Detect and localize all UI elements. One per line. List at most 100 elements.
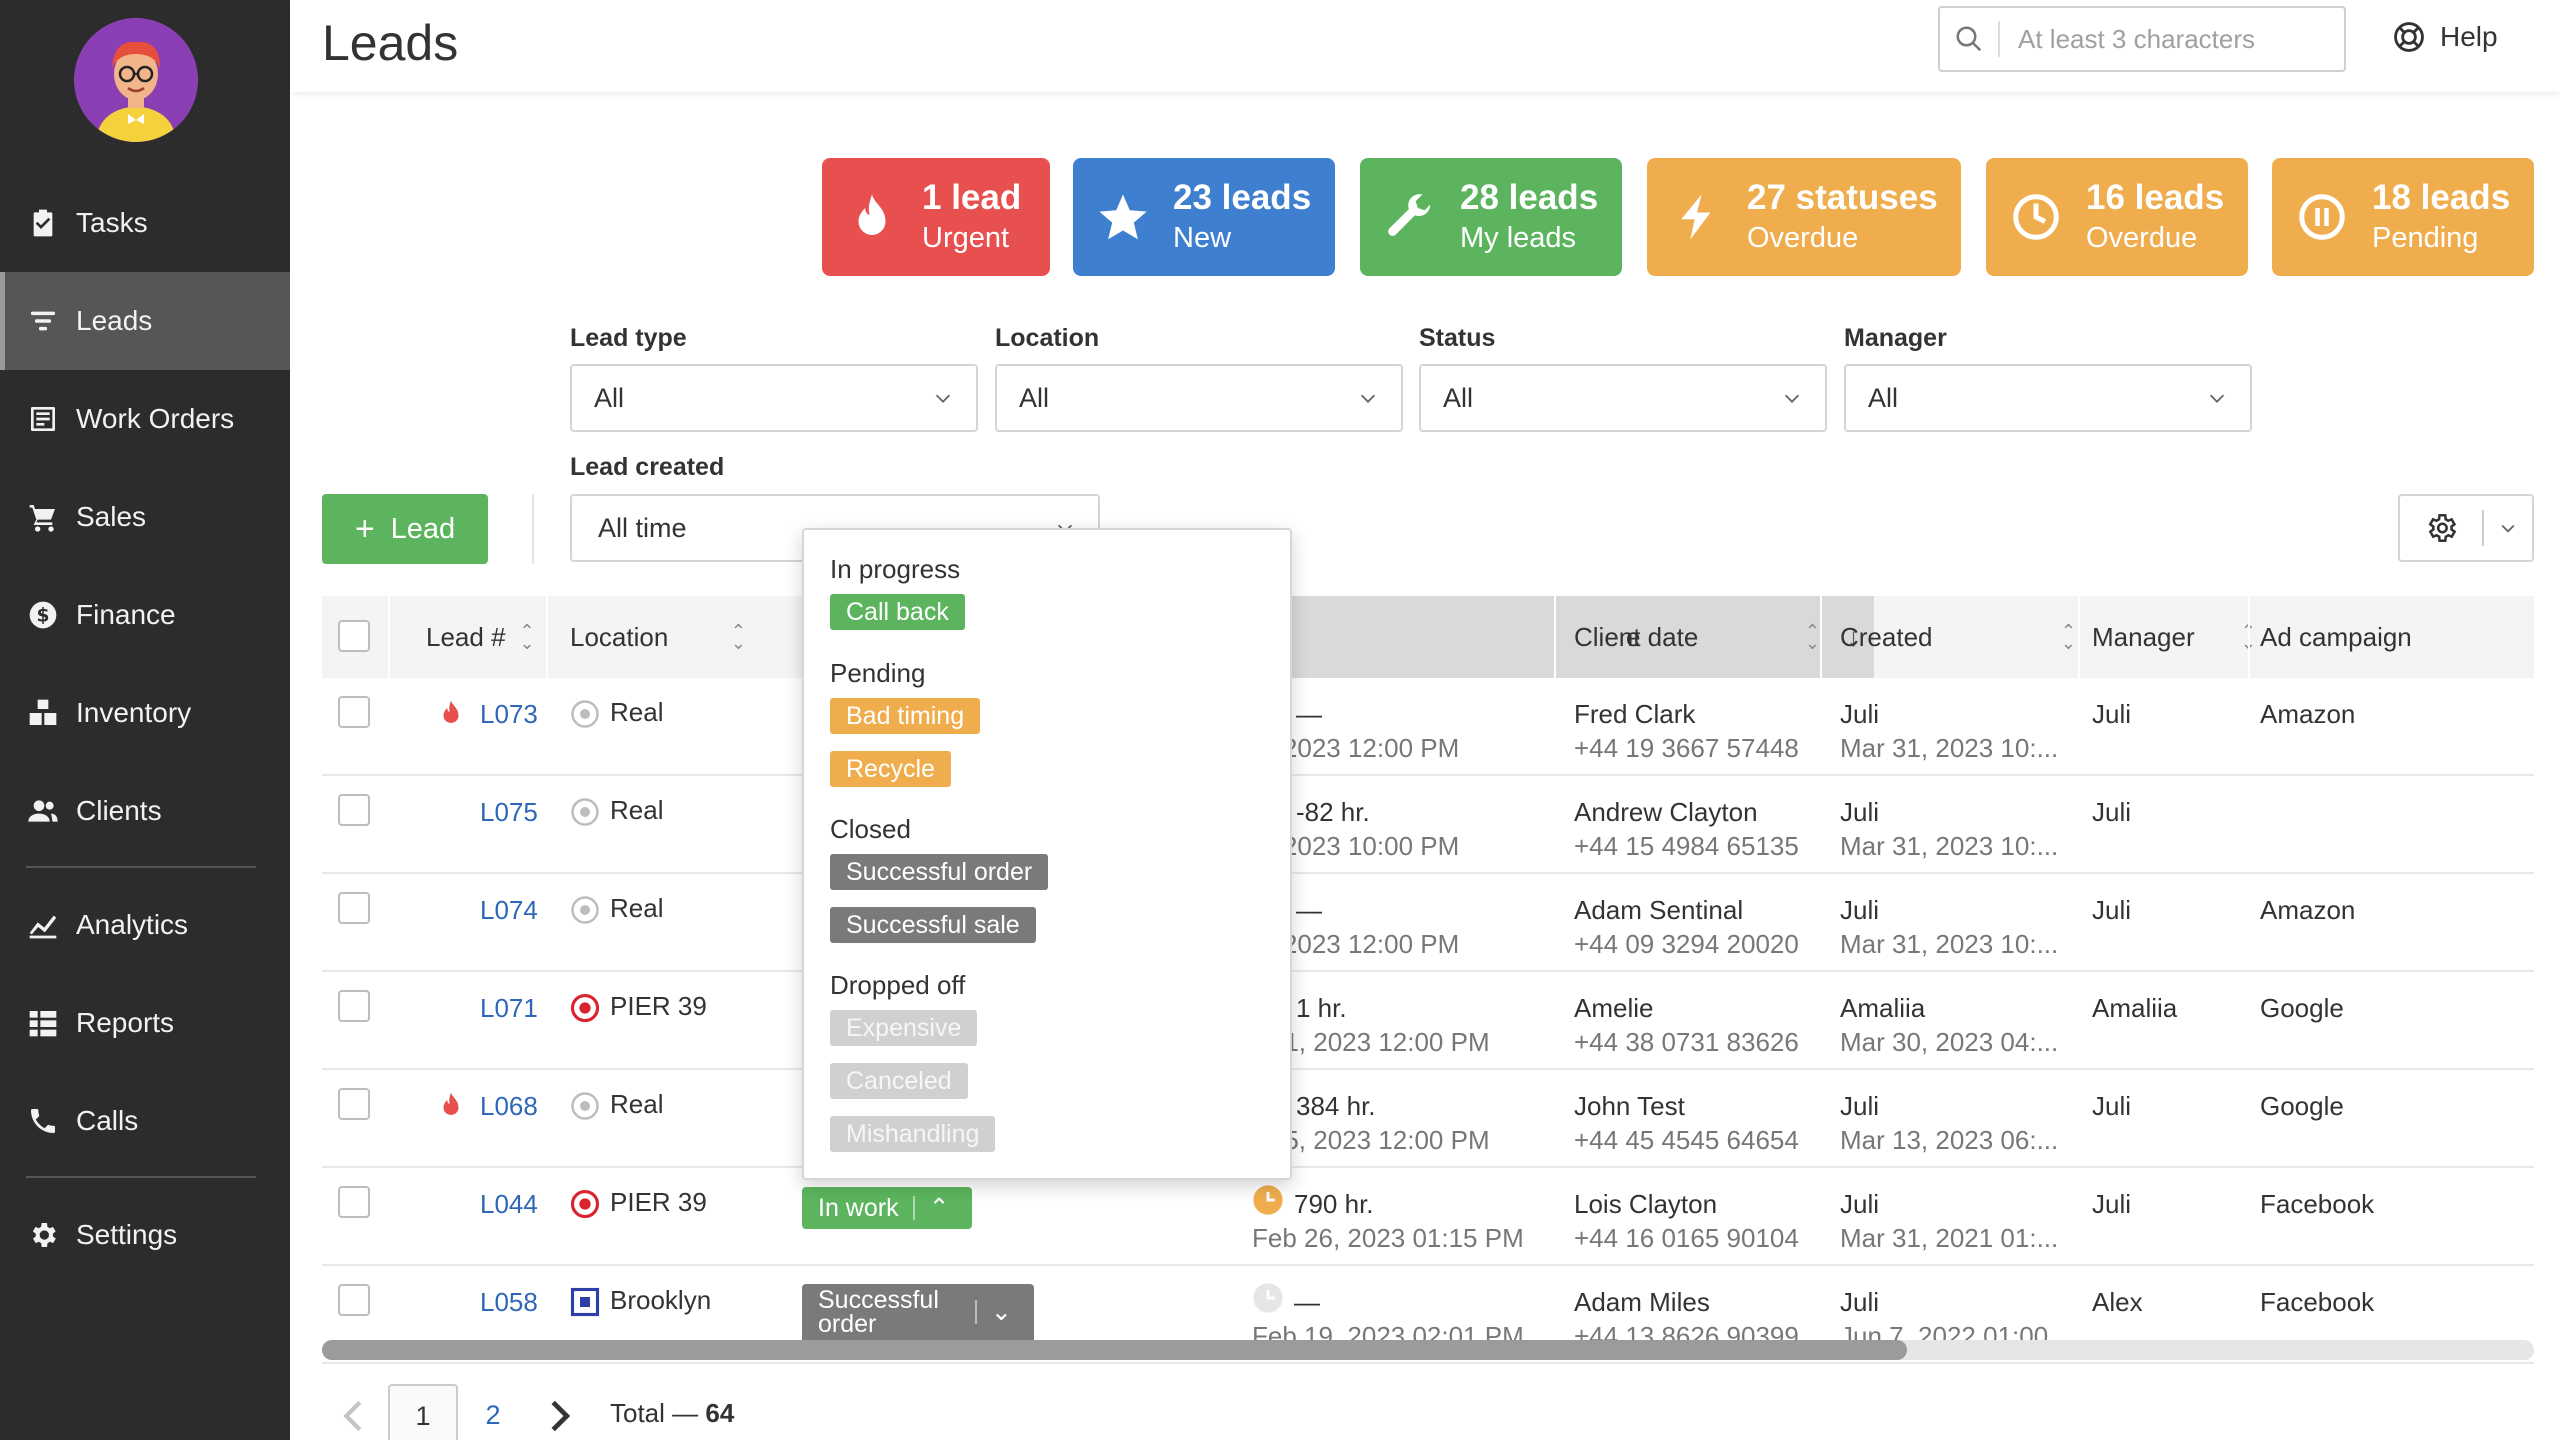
status-option-successful-order[interactable]: Successful order — [830, 854, 1049, 890]
sidebar-item-label: Leads — [76, 305, 153, 336]
next-page-button[interactable] — [545, 1396, 575, 1436]
column-ad-campaign[interactable]: Ad campaign — [2260, 596, 2412, 678]
help-button[interactable]: Help — [2392, 20, 2498, 54]
card-new[interactable]: 23 leads New — [1073, 158, 1335, 276]
status-option-expensive[interactable]: Expensive — [830, 1010, 978, 1046]
lead-number-link[interactable]: L075 — [480, 796, 538, 829]
column-lead-number[interactable]: Lead # ⌃ ⌄ — [426, 596, 535, 678]
sidebar-item-finance[interactable]: $ Finance — [0, 566, 290, 664]
sidebar-item-work-orders[interactable]: Work Orders — [0, 370, 290, 468]
table-row[interactable]: L073 Real —6, 2023 12:00 PM Fred Clark +44 1… — [322, 678, 2534, 776]
column-label: Manager — [2092, 621, 2195, 652]
client-cell: Amelie — [1574, 993, 1654, 1023]
row-checkbox[interactable] — [338, 1186, 370, 1218]
sort-icon: ⌃⌄ — [2060, 621, 2076, 653]
lead-number-link[interactable]: L073 — [480, 698, 538, 731]
status-label-line: order — [818, 1310, 877, 1338]
table-row[interactable]: L071 PIER 39 1 hr. r 31, 2023 12:00 PM Ameli… — [322, 972, 2534, 1070]
table-settings-button[interactable] — [2398, 494, 2534, 562]
location-square-icon — [570, 1288, 600, 1317]
table-row[interactable]: L075 Real -82 hr. 3, 2023 10:00 PM Andrew Cl… — [322, 776, 2534, 874]
search-box[interactable] — [1938, 6, 2346, 72]
table-row[interactable]: L074 Real —3, 2023 12:00 PM Adam Sentinal +4… — [322, 874, 2534, 972]
column-client[interactable]: Client ⌃ ⌄ — [1574, 596, 1820, 678]
location-cell: PIER 39 — [570, 1186, 707, 1219]
status-button-successful-order[interactable]: Successful order ⌄ — [802, 1284, 1034, 1340]
row-checkbox[interactable] — [338, 990, 370, 1022]
search-input[interactable] — [2000, 23, 2330, 55]
location-cell: Real — [570, 696, 663, 729]
row-checkbox[interactable] — [338, 1284, 370, 1316]
column-label: Client — [1574, 621, 1641, 652]
sidebar-item-tasks[interactable]: Tasks — [0, 174, 290, 272]
column-manager[interactable]: Manager ⌃⌄ — [2092, 596, 2256, 678]
lead-number-link[interactable]: L068 — [480, 1090, 538, 1123]
prev-page-button[interactable] — [338, 1396, 368, 1436]
row-checkbox[interactable] — [338, 794, 370, 826]
status-option-bad-timing[interactable]: Bad timing — [830, 698, 981, 734]
select-value: All — [1019, 382, 1050, 413]
add-lead-button[interactable]: + Lead — [322, 494, 488, 564]
page-title: Leads — [322, 15, 459, 71]
card-statuses-overdue[interactable]: 27 statuses Overdue — [1647, 158, 1961, 276]
chevron-down-icon: ⌄ — [990, 1298, 1012, 1326]
status-option-canceled[interactable]: Canceled — [830, 1063, 968, 1099]
row-checkbox[interactable] — [338, 1088, 370, 1120]
card-pending[interactable]: 18 leads Pending — [2272, 158, 2534, 276]
clipboard-icon — [26, 206, 60, 240]
card-urgent[interactable]: 1 lead Urgent — [822, 158, 1050, 276]
status-option-call-back[interactable]: Call back — [830, 594, 965, 630]
table-row[interactable]: L068 Real 384 hr. r 15, 2023 12:00 PM John T… — [322, 1070, 2534, 1168]
table-row[interactable]: L044 PIER 39 790 hr. Feb 26, 2023 01:15 PM L… — [322, 1168, 2534, 1266]
status-button-in-work[interactable]: In work ⌃ — [802, 1187, 972, 1229]
sort-icon: ⌃⌄ — [730, 621, 746, 653]
page-1[interactable]: 1 — [388, 1384, 458, 1440]
created-by-cell: Juli — [1840, 1091, 1880, 1121]
sidebar-item-analytics[interactable]: Analytics — [0, 876, 290, 974]
star-icon — [1073, 190, 1173, 244]
sidebar-item-leads[interactable]: Leads — [0, 272, 290, 370]
sidebar-item-sales[interactable]: Sales — [0, 468, 290, 566]
client-cell: Adam Miles — [1574, 1287, 1710, 1317]
page-2[interactable]: 2 — [458, 1384, 528, 1440]
status-option-successful-sale[interactable]: Successful sale — [830, 907, 1036, 943]
location-select[interactable]: All — [995, 364, 1403, 432]
sidebar-item-settings[interactable]: Settings — [0, 1186, 290, 1284]
card-my-leads[interactable]: 28 leads My leads — [1360, 158, 1622, 276]
sidebar-item-reports[interactable]: Reports — [0, 974, 290, 1072]
row-checkbox[interactable] — [338, 696, 370, 728]
sidebar-divider — [26, 1176, 256, 1178]
sidebar-item-label: Inventory — [76, 697, 192, 728]
column-location[interactable]: Location ⌃ ⌄ — [570, 596, 746, 678]
lead-number-link[interactable]: L058 — [480, 1286, 538, 1319]
manager-select[interactable]: All — [1844, 364, 2252, 432]
card-leads-overdue[interactable]: 16 leads Overdue — [1986, 158, 2248, 276]
sidebar-item-clients[interactable]: Clients — [0, 762, 290, 860]
horizontal-scrollbar[interactable] — [322, 1340, 2534, 1360]
lead-number-link[interactable]: L074 — [480, 894, 538, 927]
chevron-down-icon — [1360, 394, 1376, 403]
filter-status-label: Status — [1419, 324, 1496, 352]
lead-number-link[interactable]: L071 — [480, 992, 538, 1025]
sidebar-item-calls[interactable]: Calls — [0, 1072, 290, 1170]
filter-lead-created-label: Lead created — [570, 453, 725, 481]
gear-icon — [26, 1218, 60, 1252]
status-select[interactable]: All — [1419, 364, 1827, 432]
avatar[interactable] — [74, 18, 198, 142]
filter-icon — [26, 304, 60, 338]
header-separator — [546, 596, 548, 678]
column-created[interactable]: Created ⌃ ⌄ — [1840, 596, 2076, 678]
lead-type-select[interactable]: All — [570, 364, 978, 432]
scrollbar-thumb[interactable] — [322, 1340, 1907, 1360]
chevron-down-icon[interactable] — [2484, 518, 2532, 538]
location-cell: Real — [570, 794, 663, 827]
location-cell: PIER 39 — [570, 990, 707, 1023]
select-all-checkbox[interactable] — [338, 620, 370, 652]
lead-number-link[interactable]: L044 — [480, 1188, 538, 1221]
select-value: All — [1443, 382, 1474, 413]
row-checkbox[interactable] — [338, 892, 370, 924]
status-option-mishandling[interactable]: Mishandling — [830, 1116, 996, 1152]
plus-icon: + — [354, 509, 375, 548]
status-option-recycle[interactable]: Recycle — [830, 751, 951, 787]
sidebar-item-inventory[interactable]: Inventory — [0, 664, 290, 762]
